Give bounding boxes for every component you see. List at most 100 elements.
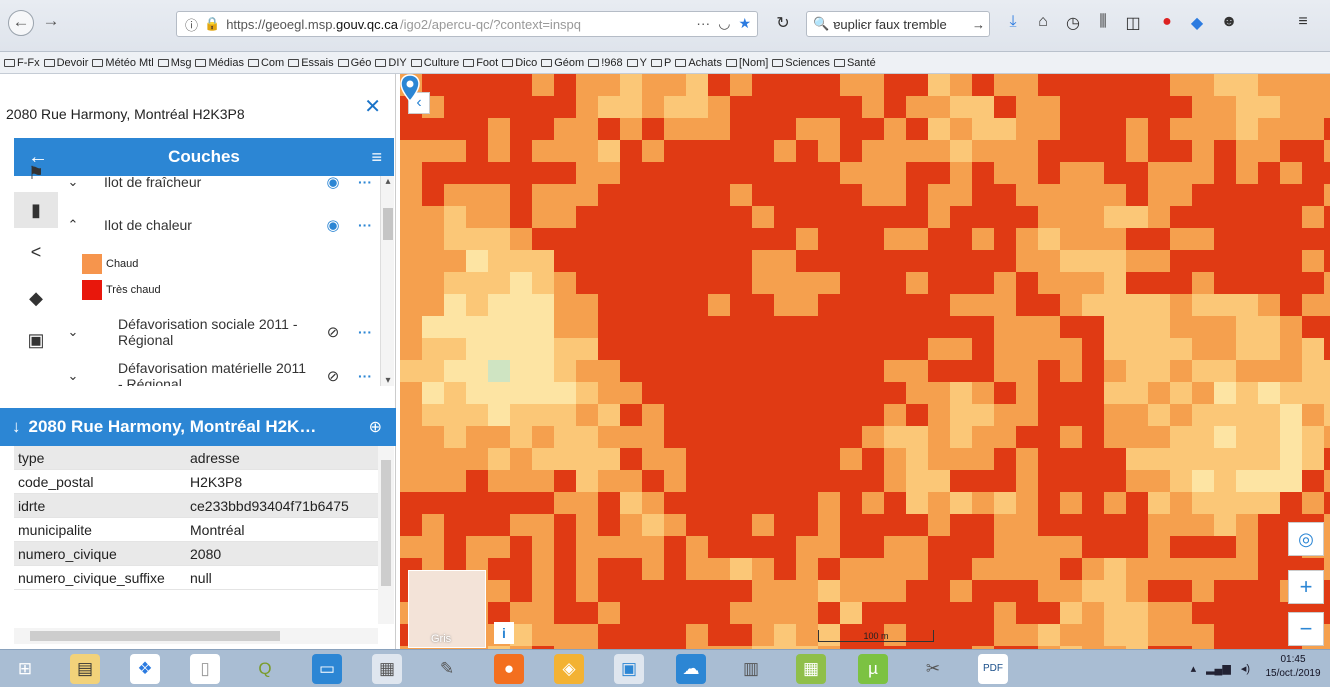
- sidebar-icon[interactable]: ◫: [1122, 13, 1144, 33]
- bookmark-item[interactable]: Géo: [337, 57, 371, 69]
- bookmark-item[interactable]: Géom: [541, 57, 584, 69]
- layer-scrollbar[interactable]: ▴ ▾: [380, 176, 394, 386]
- bookmark-item[interactable]: [Nom]: [725, 57, 768, 69]
- more-options-icon[interactable]: ···: [350, 324, 380, 340]
- paint-icon[interactable]: ✎: [432, 654, 462, 684]
- volume-icon[interactable]: ◂): [1241, 662, 1250, 675]
- more-icon[interactable]: ···: [696, 15, 710, 32]
- bookmark-item[interactable]: Devoir: [43, 57, 88, 69]
- bookmark-item[interactable]: P: [650, 57, 671, 69]
- scroll-thumb[interactable]: [383, 208, 393, 240]
- map-icon[interactable]: ▮: [14, 192, 58, 228]
- more-options-icon[interactable]: ···: [350, 217, 380, 233]
- chevron-down-icon[interactable]: ⌄: [58, 324, 88, 340]
- table-scrollbar[interactable]: [378, 446, 394, 624]
- dropbox-icon[interactable]: ❖: [130, 654, 160, 684]
- image-icon[interactable]: ▣: [14, 322, 58, 358]
- network-icon[interactable]: ▂▄▆: [1206, 662, 1231, 675]
- eye-off-icon[interactable]: ⊘: [316, 323, 350, 341]
- layer-item[interactable]: ⌄ Défavorisation matérielle 2011 - Régio…: [58, 358, 380, 386]
- bookmark-item[interactable]: Com: [247, 57, 284, 69]
- go-arrow-icon[interactable]: →: [972, 17, 985, 32]
- more-options-icon[interactable]: ···: [350, 176, 380, 190]
- bookmark-item[interactable]: Météo Mtl: [92, 57, 154, 69]
- bookmark-item[interactable]: Dico: [502, 57, 537, 69]
- download-icon[interactable]: ⤓: [1002, 13, 1024, 31]
- reload-icon[interactable]: ↻: [772, 13, 794, 33]
- image-viewer-icon[interactable]: ▣: [614, 654, 644, 684]
- bookmark-item[interactable]: DIY: [375, 57, 407, 69]
- app-icon[interactable]: ▭: [312, 654, 342, 684]
- basemap-switcher[interactable]: Gris: [408, 570, 486, 648]
- bookmark-item[interactable]: F-Fx: [4, 57, 40, 69]
- qgis-icon[interactable]: Q: [250, 654, 280, 684]
- notes-icon[interactable]: ▥: [736, 654, 766, 684]
- clock[interactable]: 01:45 15/oct./2019: [1258, 653, 1328, 681]
- bookmark-item[interactable]: Msg: [157, 57, 191, 69]
- bookmark-item[interactable]: Essais: [288, 57, 334, 69]
- bookmark-item[interactable]: Santé: [833, 57, 876, 69]
- bookmark-item[interactable]: Médias: [195, 57, 244, 69]
- chevron-down-icon[interactable]: ⌄: [58, 368, 88, 384]
- windows-start-icon[interactable]: ⊞: [10, 654, 40, 684]
- spreadsheet-icon[interactable]: ▦: [796, 654, 826, 684]
- url-bar[interactable]: ⓘ 🔒 https://geoegl.msp. gouv.qc.ca/igo2/a…: [176, 11, 758, 37]
- scroll-thumb[interactable]: [30, 631, 280, 641]
- tools-icon[interactable]: ✂: [918, 654, 948, 684]
- document-icon[interactable]: ▯: [190, 654, 220, 684]
- share-icon[interactable]: <: [14, 234, 58, 270]
- bookmark-item[interactable]: Y: [626, 57, 647, 69]
- directions-icon[interactable]: ◆: [14, 280, 58, 316]
- location-pin-icon[interactable]: [400, 74, 420, 102]
- viewer-icon[interactable]: ◈: [554, 654, 584, 684]
- map-view[interactable]: ‹ ◎ + − Gris i 100 m: [400, 74, 1330, 649]
- zoom-out-button[interactable]: −: [1288, 612, 1324, 646]
- zoom-in-button[interactable]: +: [1288, 570, 1324, 604]
- layer-item[interactable]: ⌄ Ilot de fraîcheur ◉ ···: [58, 176, 380, 192]
- bookmark-item[interactable]: Culture: [410, 57, 459, 69]
- table-hscrollbar[interactable]: [14, 628, 378, 644]
- menu-icon[interactable]: ≡: [1292, 13, 1314, 31]
- geolocate-icon[interactable]: ◎: [1288, 522, 1324, 556]
- zoom-to-icon[interactable]: ⊕: [369, 417, 382, 437]
- account-icon[interactable]: ☻: [1218, 13, 1240, 31]
- pocket-icon[interactable]: ◡: [718, 15, 730, 32]
- layer-item[interactable]: ⌄ Défavorisation sociale 2011 - Régional…: [58, 314, 380, 350]
- back-button[interactable]: ←: [8, 10, 34, 36]
- bookmark-item[interactable]: Foot: [463, 57, 498, 69]
- history-icon[interactable]: ◷: [1062, 13, 1084, 33]
- scroll-up-icon[interactable]: ▴: [381, 176, 395, 187]
- tray-arrow-icon[interactable]: ▴: [1191, 662, 1197, 675]
- more-options-icon[interactable]: ···: [350, 368, 380, 384]
- close-icon[interactable]: ✕: [364, 94, 381, 119]
- eye-off-icon[interactable]: ⊘: [316, 367, 350, 385]
- scroll-thumb[interactable]: [381, 460, 391, 586]
- bookmark-item[interactable]: Sciences: [772, 57, 830, 69]
- forward-button[interactable]: →: [38, 10, 64, 36]
- torrent-icon[interactable]: µ: [858, 654, 888, 684]
- adblock-icon[interactable]: ●: [1156, 13, 1178, 31]
- file-explorer-icon[interactable]: ▤: [70, 654, 100, 684]
- bookmark-item[interactable]: !968: [588, 57, 623, 69]
- collapse-arrow-icon[interactable]: ↓: [12, 417, 21, 437]
- scroll-down-icon[interactable]: ▾: [381, 375, 395, 386]
- bookmark-item[interactable]: Achats: [675, 57, 722, 69]
- layer-item[interactable]: ⌃ Ilot de chaleur ◉ ···: [58, 214, 380, 236]
- eye-icon[interactable]: ◉: [316, 216, 350, 234]
- library-icon[interactable]: ⫼: [1092, 13, 1114, 31]
- search-input[interactable]: 🔍 ɐupliєr faux tremble →: [806, 11, 990, 37]
- chevron-up-icon[interactable]: ⌃: [58, 217, 88, 233]
- firefox-icon[interactable]: ●: [494, 654, 524, 684]
- chevron-down-icon[interactable]: ⌄: [58, 176, 88, 190]
- property-value: 2080: [190, 545, 222, 562]
- calculator-icon[interactable]: ▦: [372, 654, 402, 684]
- bookmark-icon[interactable]: ⚑: [14, 164, 58, 186]
- eye-icon[interactable]: ◉: [316, 176, 350, 191]
- extension-icon[interactable]: ◆: [1186, 13, 1208, 33]
- info-button[interactable]: i: [494, 622, 514, 644]
- home-icon[interactable]: ⌂: [1032, 13, 1054, 31]
- cloud-icon[interactable]: ☁: [676, 654, 706, 684]
- bookmark-star-icon[interactable]: ★: [738, 15, 751, 32]
- pdf-icon[interactable]: PDF: [978, 654, 1008, 684]
- hamburger-icon[interactable]: ≡: [371, 147, 382, 168]
